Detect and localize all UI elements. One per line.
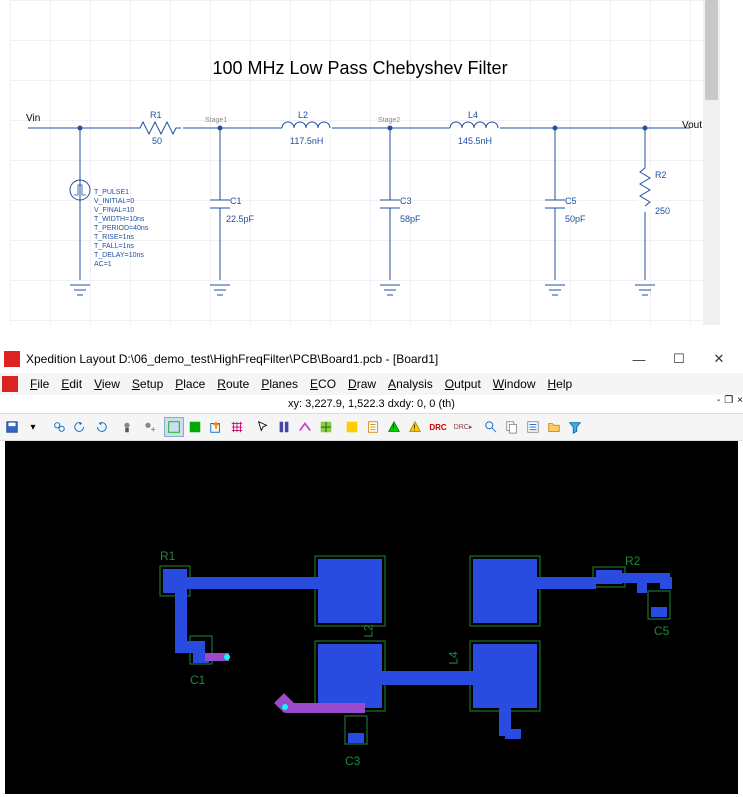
pcb-canvas[interactable]: R1 R2 C1 C3 C5 L2 L4 (5, 441, 738, 794)
menu-eco[interactable]: ECO (304, 375, 342, 393)
menu-output[interactable]: Output (439, 375, 487, 393)
c1-name: C1 (230, 196, 242, 206)
c5-value: 50pF (565, 214, 586, 224)
menu-help[interactable]: Help (541, 375, 578, 393)
minimize-button[interactable]: — (619, 347, 659, 371)
route-button[interactable] (295, 417, 315, 437)
vout-label: Vout (682, 120, 702, 131)
display-control-button[interactable] (117, 417, 137, 437)
menu-edit[interactable]: Edit (55, 375, 88, 393)
l4-value: 145.5nH (458, 136, 492, 146)
pcb-l2-label: L2 (362, 624, 376, 637)
app-icon-small (2, 376, 18, 392)
pcb-c5-label: C5 (654, 624, 669, 638)
l2-value: 117.5nH (290, 136, 323, 146)
zoom-button[interactable] (481, 417, 501, 437)
filter-button[interactable] (565, 417, 585, 437)
report-button[interactable] (363, 417, 383, 437)
copy-button[interactable] (502, 417, 522, 437)
layout-window: Xpedition Layout D:\06_demo_test\HighFre… (0, 345, 743, 794)
l4-name: L4 (468, 110, 478, 120)
c1-value: 22.5pF (226, 214, 254, 224)
menu-place[interactable]: Place (169, 375, 211, 393)
drc-warning-button[interactable]: ! (405, 417, 425, 437)
r2-value: 250 (655, 206, 670, 216)
r1-name: R1 (150, 110, 162, 120)
menu-file[interactable]: File (24, 375, 55, 393)
c3-value: 58pF (400, 214, 421, 224)
schematic-view[interactable]: 100 MHz Low Pass Chebyshev Filter (0, 0, 720, 325)
save-dropdown[interactable]: ▾ (23, 417, 43, 437)
toolbar: ▾ + ! ! DRC DRC▸ (0, 413, 743, 441)
grid-toggle-button[interactable] (227, 417, 247, 437)
layer-inner-button[interactable] (185, 417, 205, 437)
svg-text:+: + (151, 424, 155, 434)
schematic-svg (0, 0, 720, 325)
redo-button[interactable] (91, 417, 111, 437)
menu-analysis[interactable]: Analysis (382, 375, 439, 393)
mdi-restore[interactable]: ❐ (724, 395, 733, 406)
menu-view[interactable]: View (88, 375, 126, 393)
drc-hazard-button[interactable]: ! (384, 417, 404, 437)
pcb-r2-label: R2 (625, 554, 640, 568)
menubar: FileEditViewSetupPlaceRoutePlanesECODraw… (0, 373, 743, 395)
drc-button[interactable]: DRC (426, 417, 450, 437)
l2-name: L2 (298, 110, 308, 120)
scrollbar-vertical[interactable] (703, 0, 720, 325)
menu-planes[interactable]: Planes (255, 375, 304, 393)
r1-value: 50 (152, 136, 162, 146)
scrollbar-thumb[interactable] (705, 0, 718, 100)
menu-setup[interactable]: Setup (126, 375, 169, 393)
window-title: Xpedition Layout D:\06_demo_test\HighFre… (26, 352, 619, 366)
export-button[interactable] (206, 417, 226, 437)
pcb-r1-label: R1 (160, 549, 175, 563)
stage2-label: Stage2 (378, 117, 400, 124)
folder-button[interactable] (544, 417, 564, 437)
menu-route[interactable]: Route (211, 375, 255, 393)
stage1-label: Stage1 (205, 117, 227, 124)
mdi-close[interactable]: × (737, 395, 743, 406)
titlebar[interactable]: Xpedition Layout D:\06_demo_test\HighFre… (0, 345, 743, 373)
coordinate-status: xy: 3,227.9, 1,522.3 dxdy: 0, 0 (th) - ❐… (0, 395, 743, 413)
save-button[interactable] (2, 417, 22, 437)
find-button[interactable] (49, 417, 69, 437)
properties-button[interactable] (523, 417, 543, 437)
pcb-c1-label: C1 (190, 673, 205, 687)
maximize-button[interactable]: ☐ (659, 347, 699, 371)
layer-top-button[interactable] (164, 417, 184, 437)
place-part-button[interactable] (274, 417, 294, 437)
pcb-svg (5, 441, 738, 794)
menu-draw[interactable]: Draw (342, 375, 382, 393)
pcb-c3-label: C3 (345, 754, 360, 768)
svg-text:!: ! (392, 424, 394, 433)
svg-text:!: ! (413, 424, 415, 433)
r2-name: R2 (655, 170, 667, 180)
menu-window[interactable]: Window (487, 375, 542, 393)
vin-label: Vin (26, 113, 40, 124)
pcb-l4-label: L4 (447, 651, 461, 664)
coord-text: xy: 3,227.9, 1,522.3 dxdy: 0, 0 (th) (288, 398, 455, 410)
constraint-button[interactable] (342, 417, 362, 437)
add-button[interactable]: + (138, 417, 158, 437)
c3-name: C3 (400, 196, 412, 206)
drc-batch-button[interactable]: DRC▸ (451, 417, 475, 437)
c5-name: C5 (565, 196, 577, 206)
pulse-source-params: T_PULSE1V_INITIAL=0V_FINAL=10T_WIDTH=10n… (94, 188, 148, 269)
mdi-minimize[interactable]: - (717, 395, 720, 406)
select-button[interactable] (253, 417, 273, 437)
plane-button[interactable] (316, 417, 336, 437)
undo-button[interactable] (70, 417, 90, 437)
close-button[interactable]: ✕ (699, 347, 739, 371)
app-icon (4, 351, 20, 367)
